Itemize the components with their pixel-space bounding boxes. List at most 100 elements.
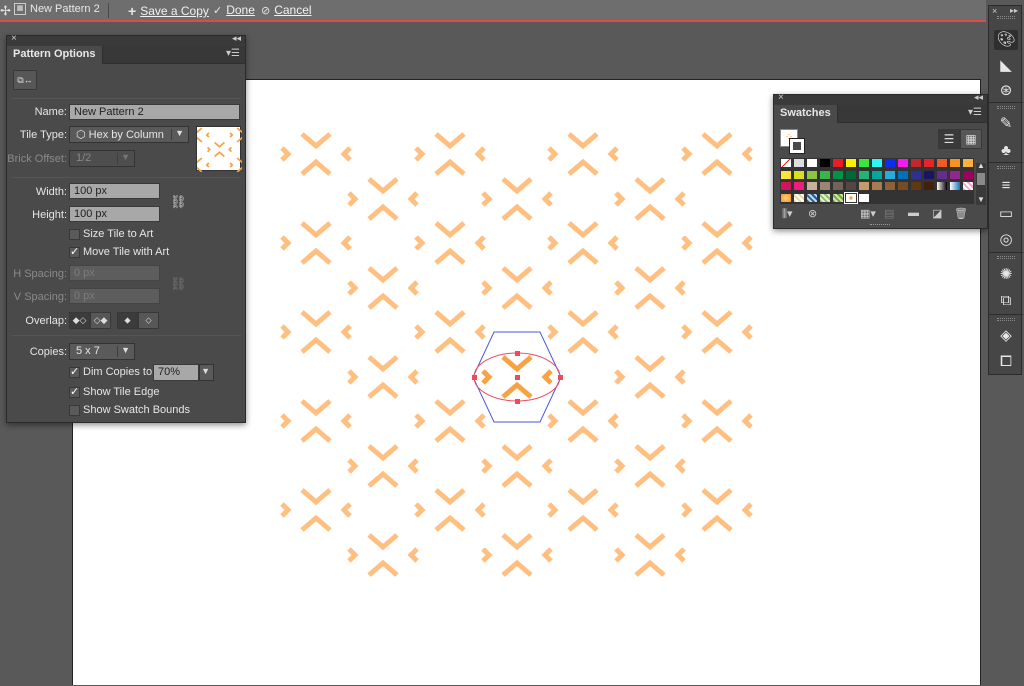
dim-copies-checkbox[interactable]: ✓: [69, 367, 80, 378]
swatch-pattern-current[interactable]: [844, 191, 858, 204]
size-tile-to-art-checkbox[interactable]: [69, 229, 80, 240]
move-tile-with-art-checkbox[interactable]: ✓: [69, 247, 80, 258]
swatch-gradient-blue[interactable]: [949, 181, 961, 191]
overlap-top-in-front-button[interactable]: ⬥: [117, 312, 138, 329]
swatch-603813[interactable]: [910, 181, 922, 191]
save-a-copy-button[interactable]: + Save a Copy: [128, 3, 209, 19]
swatch-0c2ef2[interactable]: [884, 158, 896, 168]
height-input[interactable]: 100 px: [69, 206, 160, 222]
anchor-point-handle[interactable]: [515, 399, 520, 404]
dock-group-grip[interactable]: [997, 16, 1015, 19]
close-icon[interactable]: ×: [992, 6, 997, 16]
swatch-pattern-4[interactable]: [832, 192, 844, 203]
open-swatch-library-icon[interactable]: ⊗: [808, 207, 817, 220]
gradient-icon[interactable]: ▭: [994, 204, 1018, 224]
anchor-point-handle[interactable]: [472, 375, 477, 380]
panel-title-strip[interactable]: × ◂◂: [7, 33, 245, 46]
panel-menu-icon[interactable]: ▾☰: [226, 48, 240, 59]
swatch-f7931e[interactable]: [949, 158, 961, 168]
graphic-styles-icon[interactable]: ⧉: [994, 291, 1018, 311]
swatch-a67c52[interactable]: [871, 181, 883, 191]
pattern-tile-tool-button[interactable]: ⧉↔: [13, 70, 37, 90]
scroll-down-icon[interactable]: ▼: [977, 195, 985, 204]
cancel-button[interactable]: ⊘ Cancel: [261, 3, 312, 17]
artboards-icon[interactable]: ⧠: [994, 352, 1018, 372]
swatch-998675[interactable]: [819, 181, 831, 191]
h-spacing-input[interactable]: 0 px: [69, 265, 160, 281]
swatch-c1272d[interactable]: [910, 158, 922, 168]
symbols-network-icon[interactable]: ⊛: [994, 81, 1018, 101]
delete-swatch-icon[interactable]: 🗑: [954, 207, 968, 220]
swatch-f15a24[interactable]: [936, 158, 948, 168]
swatch-00a99d[interactable]: [871, 169, 883, 180]
swatch-none[interactable]: [780, 158, 792, 168]
swatch-radial-orange[interactable]: [780, 192, 792, 203]
swatch-f21cf2[interactable]: [897, 158, 909, 168]
transparency-icon[interactable]: ◎: [994, 230, 1018, 250]
new-swatch-icon[interactable]: ◪: [932, 207, 942, 220]
tile-type-dropdown[interactable]: ⬡ Hex by Column ▼: [69, 126, 189, 143]
brushes-icon[interactable]: ✎: [994, 114, 1018, 134]
link-spacing-icon[interactable]: ⛓: [170, 276, 187, 292]
show-tile-edge-checkbox[interactable]: ✓: [69, 387, 80, 398]
close-icon[interactable]: ×: [778, 92, 784, 103]
tab-pattern-options[interactable]: Pattern Options: [7, 46, 103, 64]
swatch-registration[interactable]: [793, 158, 805, 168]
swatch-006837[interactable]: [845, 169, 857, 180]
swatch-fbb040[interactable]: [962, 158, 974, 168]
swatch-d7df23[interactable]: [793, 169, 805, 180]
grid-view-button[interactable]: ▦: [960, 129, 982, 149]
swatch-1b1464[interactable]: [923, 169, 935, 180]
tab-swatches[interactable]: Swatches: [774, 105, 838, 123]
swatch-c69c6d[interactable]: [858, 181, 870, 191]
stroke-swatch[interactable]: [789, 138, 805, 154]
overlap-right-in-front-button[interactable]: ◇◆: [90, 312, 111, 329]
club-symbol-icon[interactable]: ♣: [994, 141, 1018, 161]
anchor-point-handle[interactable]: [558, 375, 563, 380]
swatch-8dc63f[interactable]: [806, 169, 818, 180]
swatch-d4145a[interactable]: [780, 181, 792, 191]
color-guide-icon[interactable]: ◣: [994, 56, 1018, 76]
collapse-icon[interactable]: ◂◂: [232, 33, 241, 44]
swatch-000000[interactable]: [819, 158, 831, 168]
done-button[interactable]: ✓ Done: [213, 3, 255, 17]
swatch-9e005d[interactable]: [962, 169, 974, 180]
v-spacing-input[interactable]: 0 px: [69, 288, 160, 304]
swatch-fff200[interactable]: [845, 158, 857, 168]
swatch-22b573[interactable]: [858, 169, 870, 180]
swatch-pattern-1[interactable]: [793, 192, 805, 203]
collapse-icon[interactable]: ◂◂: [974, 92, 983, 103]
swatch-c7b299[interactable]: [806, 181, 818, 191]
swatch-736357[interactable]: [832, 181, 844, 191]
center-point-handle[interactable]: [515, 375, 520, 380]
scroll-up-icon[interactable]: ▲: [977, 161, 985, 170]
swatch-009245[interactable]: [832, 169, 844, 180]
panel-title-strip[interactable]: × ◂◂: [774, 92, 987, 105]
overlap-left-in-front-button[interactable]: ◆◇: [69, 312, 90, 329]
close-icon[interactable]: ×: [11, 33, 17, 44]
brick-offset-dropdown[interactable]: 1/2 ▼: [69, 150, 135, 167]
dock-group-grip[interactable]: [997, 166, 1015, 169]
dim-copies-dropdown[interactable]: ▼: [199, 364, 214, 381]
swatch-fbe33a[interactable]: [780, 169, 792, 180]
swatch-ed1c24[interactable]: [832, 158, 844, 168]
swatch-libraries-menu-icon[interactable]: ⫼▾: [782, 207, 793, 221]
show-swatch-bounds-checkbox[interactable]: [69, 405, 80, 416]
swatch-ffffff[interactable]: [806, 158, 818, 168]
swatch-options-icon[interactable]: ▤: [884, 207, 894, 220]
dock-group-grip[interactable]: [997, 106, 1015, 109]
swatch-8c6239[interactable]: [884, 181, 896, 191]
swatch-scrollbar[interactable]: ▲ ▼: [976, 161, 986, 205]
swatch-gradient-pink[interactable]: [962, 181, 974, 191]
swatch-pattern-2[interactable]: [806, 192, 818, 203]
color-palette-icon[interactable]: 🎨︎: [994, 30, 1018, 50]
swatch-ed1e79[interactable]: [793, 181, 805, 191]
resize-grip[interactable]: [870, 224, 890, 227]
swatch-29abe2[interactable]: [884, 169, 896, 180]
move-icon[interactable]: ✢: [0, 3, 11, 19]
dim-copies-input[interactable]: 70%: [153, 364, 199, 381]
swatch-2e3192[interactable]: [910, 169, 922, 180]
overlap-bottom-in-front-button[interactable]: ⬦: [138, 312, 159, 329]
swatch-42210b[interactable]: [923, 181, 935, 191]
name-input[interactable]: New Pattern 2: [69, 104, 240, 120]
